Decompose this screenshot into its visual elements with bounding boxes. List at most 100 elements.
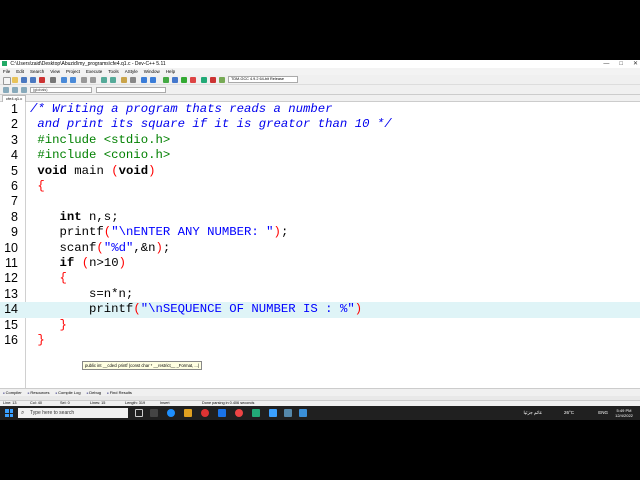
insert-icon[interactable] xyxy=(3,87,9,93)
run-icon[interactable] xyxy=(172,77,178,83)
file-explorer-icon[interactable] xyxy=(184,409,192,417)
code-line: 5 void main (void) xyxy=(0,164,640,179)
code-text: #include <conio.h> xyxy=(30,148,171,163)
project-options-icon[interactable] xyxy=(150,77,156,83)
taskbar-search[interactable]: ⌕ Type here to search xyxy=(18,408,128,418)
menu-execute[interactable]: Execute xyxy=(86,68,102,75)
goto-bookmark-icon[interactable] xyxy=(21,87,27,93)
new-file-icon[interactable] xyxy=(3,77,11,85)
line-number: 8 xyxy=(11,209,18,224)
menu-edit[interactable]: Edit xyxy=(16,68,24,75)
open-folder-icon[interactable] xyxy=(12,77,18,83)
app-icon[interactable] xyxy=(252,409,260,417)
devcpp-taskbar-icon[interactable] xyxy=(269,409,277,417)
devcpp-app-icon xyxy=(2,61,7,66)
code-text: /* Writing a program thats reads a numbe… xyxy=(30,102,333,116)
start-button[interactable] xyxy=(5,409,13,417)
code-line: 11 if (n>10) xyxy=(0,256,640,271)
code-line: 4 #include <conio.h> xyxy=(0,148,640,163)
redo-icon[interactable] xyxy=(70,77,76,83)
tab-debug[interactable]: Debug xyxy=(87,389,101,396)
weather-temp[interactable]: 26°C xyxy=(564,410,574,415)
menu-file[interactable]: File xyxy=(3,68,10,75)
goto-icon[interactable] xyxy=(130,77,136,83)
menu-bar: File Edit Search View Project Execute To… xyxy=(0,68,640,75)
line-number: 15 xyxy=(4,317,18,332)
code-line: 12 { xyxy=(0,271,640,286)
line-number: 2 xyxy=(11,117,18,132)
menu-astyle[interactable]: AStyle xyxy=(125,68,138,75)
indent-icon[interactable] xyxy=(101,77,107,83)
print-icon[interactable] xyxy=(50,77,56,83)
save-all-icon[interactable] xyxy=(30,77,36,83)
code-text: { xyxy=(37,179,45,193)
close-button[interactable]: ✕ xyxy=(633,60,638,68)
code-text: s=n*n; xyxy=(30,286,134,301)
rebuild-icon[interactable] xyxy=(190,77,196,83)
line-number: 11 xyxy=(5,256,18,270)
code-line: 15 } xyxy=(0,318,640,333)
code-text: int n,s; xyxy=(59,209,119,224)
language-indicator[interactable]: ENG xyxy=(598,410,608,415)
scope-select[interactable]: (globals) xyxy=(30,87,92,93)
code-line: 16 } xyxy=(0,333,640,348)
compile-icon[interactable] xyxy=(163,77,169,83)
member-select[interactable] xyxy=(96,87,166,93)
menu-project[interactable]: Project xyxy=(66,68,80,75)
code-line: 7 xyxy=(0,194,640,209)
chrome-icon[interactable] xyxy=(235,409,243,417)
opera-icon[interactable] xyxy=(201,409,209,417)
tab-find-results[interactable]: Find Results xyxy=(107,389,132,396)
devcpp-taskbar-icon-2[interactable] xyxy=(284,409,292,417)
find-icon[interactable] xyxy=(81,77,87,83)
new-project-icon[interactable] xyxy=(141,77,147,83)
tab-cfe4-q1[interactable]: cfe4.q1.c xyxy=(2,95,27,102)
toggle-icon[interactable] xyxy=(12,87,18,93)
compile-run-icon[interactable] xyxy=(181,77,187,83)
line-number: 4 xyxy=(11,148,18,163)
code-text: } xyxy=(59,317,67,332)
code-editor[interactable]: 1 /* Writing a program thats reads a num… xyxy=(0,102,640,388)
search-placeholder: Type here to search xyxy=(30,410,75,416)
replace-icon[interactable] xyxy=(90,77,96,83)
tab-compile-log[interactable]: Compile Log xyxy=(55,389,80,396)
profile-icon[interactable] xyxy=(219,77,225,83)
line-number: 13 xyxy=(4,286,18,301)
function-hint-tooltip: public int __cdecl printf (const char * … xyxy=(82,361,203,370)
menu-window[interactable]: Window xyxy=(144,68,160,75)
stop-icon[interactable] xyxy=(210,77,216,83)
line-number: 7 xyxy=(11,194,18,209)
menu-tools[interactable]: Tools xyxy=(108,68,119,75)
widgets-icon[interactable] xyxy=(150,409,158,417)
line-number: 9 xyxy=(11,225,18,240)
windows-taskbar: ⌕ Type here to search غائم جزئيا 26°C EN… xyxy=(0,406,640,420)
window-title: C:\Users\zaid\Desktop\Abuzid\my_programs… xyxy=(10,61,166,67)
menu-help[interactable]: Help xyxy=(166,68,175,75)
edge-icon[interactable] xyxy=(167,409,175,417)
bookmark-icon[interactable] xyxy=(121,77,127,83)
save-icon[interactable] xyxy=(21,77,27,83)
tab-compiler[interactable]: Compiler xyxy=(3,389,22,396)
line-number: 5 xyxy=(11,163,18,178)
code-line-current: 14 printf("\nSEQUENCE OF NUMBER IS : %") xyxy=(0,302,640,318)
screen: C:\Users\zaid\Desktop\Abuzid\my_programs… xyxy=(0,60,640,420)
debug-icon[interactable] xyxy=(201,77,207,83)
menu-search[interactable]: Search xyxy=(30,68,44,75)
code-text: scanf("%d",&n); xyxy=(30,240,171,255)
compiler-select[interactable]: TDM-GCC 4.9.2 64-bit Release xyxy=(228,76,298,83)
unindent-icon[interactable] xyxy=(110,77,116,83)
undo-icon[interactable] xyxy=(61,77,67,83)
maximize-button[interactable]: □ xyxy=(619,60,623,68)
menu-view[interactable]: View xyxy=(50,68,60,75)
close-file-icon[interactable] xyxy=(39,77,45,83)
code-line: 10 scanf("%d",&n); xyxy=(0,241,640,256)
task-view-icon[interactable] xyxy=(135,409,143,417)
store-icon[interactable] xyxy=(218,409,226,417)
main-toolbar xyxy=(0,75,640,85)
tab-resources[interactable]: Resources xyxy=(28,389,49,396)
editor-tab-strip: cfe4.q1.c xyxy=(0,95,640,102)
system-tray: غائم جزئيا 26°C ENG 5:49 PM 12/4/2022 xyxy=(456,406,636,420)
clock-date[interactable]: 12/4/2022 xyxy=(612,413,636,418)
download-icon[interactable] xyxy=(299,409,307,417)
minimize-button[interactable]: — xyxy=(603,60,609,68)
